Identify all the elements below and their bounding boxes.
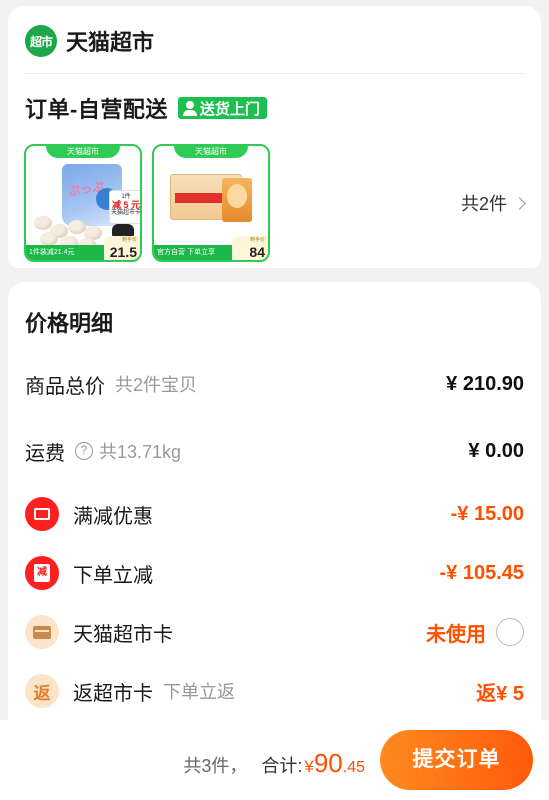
shipping-value: ¥ 0.00: [468, 439, 524, 462]
cashback-card-value: 返¥ 5: [476, 682, 524, 705]
goods-total-row: 商品总价 共2件宝贝 ¥ 210.90: [25, 366, 524, 402]
sum-label: 合计:: [261, 756, 303, 776]
order-title: 订单-自营配送: [25, 97, 168, 122]
chevron-right-icon: [513, 196, 526, 210]
full-discount-value: -¥ 15.00: [450, 502, 524, 525]
total-info: 共3件， 合计: ¥ 90 .45: [183, 748, 365, 779]
cashback-icon: 返: [25, 674, 59, 708]
order-discount-label: 下单立减: [73, 564, 153, 587]
delivery-badge: 送货上门: [177, 97, 267, 119]
price-detail-card: 价格明细 商品总价 共2件宝贝 ¥ 210.90 运费 ? 共13.71kg ¥…: [8, 282, 541, 720]
help-icon[interactable]: ?: [75, 442, 93, 460]
tmall-card-radio[interactable]: [496, 618, 524, 646]
person-icon: [182, 100, 197, 116]
cashback-card-label: 返超市卡: [73, 682, 153, 705]
tmall-card-status: 未使用: [426, 623, 486, 646]
shipping-label: 运费: [25, 442, 65, 465]
goods-total-label: 商品总价: [25, 375, 105, 398]
order-discount-row: 减 下单立减 -¥ 105.45: [25, 555, 524, 591]
delivery-badge-label: 送货上门: [199, 100, 260, 118]
product-count-link[interactable]: 共2件: [460, 190, 526, 216]
total-quantity: 共3件，: [183, 756, 248, 776]
product-price: 84: [249, 244, 265, 260]
product-thumbnail[interactable]: 天猫超市 官方自营 下单立享 到手价 84: [152, 144, 270, 262]
store-name: 天猫超市: [66, 30, 155, 55]
divider: [25, 73, 524, 74]
product-top-label: 天猫超市: [46, 146, 120, 158]
total-amount-integer: 90: [313, 748, 343, 778]
store-card: 超市 天猫超市 订单-自营配送 送货上门 天猫超市 ぷっぷ 1件 减 5 元 天…: [8, 6, 541, 268]
cashback-card-row: 返 返超市卡 下单立返 返¥ 5: [25, 673, 524, 709]
product-price-tag: 到手价 84: [232, 236, 268, 260]
product-thumbnails[interactable]: 天猫超市 ぷっぷ 1件 减 5 元 天猫超市卡 1件装减21.4元 到手价 21…: [24, 144, 270, 262]
total-amount-decimal: .45: [342, 759, 365, 776]
store-header[interactable]: 超市 天猫超市: [25, 24, 154, 58]
shipping-weight: 共13.71kg: [99, 442, 182, 462]
red-envelope-icon: 减: [25, 556, 59, 590]
product-image-secondary: [222, 178, 252, 222]
currency-symbol: ¥: [304, 757, 314, 776]
product-top-label: 天猫超市: [174, 146, 248, 158]
cashback-card-sub: 下单立返: [163, 682, 235, 702]
shipping-row: 运费 ? 共13.71kg ¥ 0.00: [25, 433, 524, 469]
product-thumbnail[interactable]: 天猫超市 ぷっぷ 1件 减 5 元 天猫超市卡 1件装减21.4元 到手价 21…: [24, 144, 142, 262]
goods-total-value: ¥ 210.90: [446, 372, 524, 395]
product-price: 21.5: [109, 244, 137, 260]
goods-total-sub: 共2件宝贝: [115, 375, 198, 395]
tmall-card-row[interactable]: 天猫超市卡 未使用: [25, 614, 524, 650]
full-discount-label: 满减优惠: [73, 505, 153, 528]
price-detail-title: 价格明细: [25, 311, 114, 336]
coupon-tag: 1件 减 5 元 天猫超市卡: [109, 190, 140, 224]
checkout-bar: 共3件， 合计: ¥ 90 .45 提交订单: [0, 720, 549, 800]
product-price-tag: 到手价 21.5: [104, 236, 140, 260]
product-count: 共2件: [460, 194, 507, 214]
full-discount-row: 满减优惠 -¥ 15.00: [25, 496, 524, 532]
order-discount-value: -¥ 105.45: [439, 561, 524, 584]
submit-order-button[interactable]: 提交订单: [380, 730, 533, 790]
ticket-icon: [25, 497, 59, 531]
card-icon: [25, 615, 59, 649]
store-logo-icon: 超市: [25, 25, 57, 57]
tmall-card-label: 天猫超市卡: [73, 623, 173, 646]
order-row: 订单-自营配送 送货上门: [25, 92, 267, 124]
